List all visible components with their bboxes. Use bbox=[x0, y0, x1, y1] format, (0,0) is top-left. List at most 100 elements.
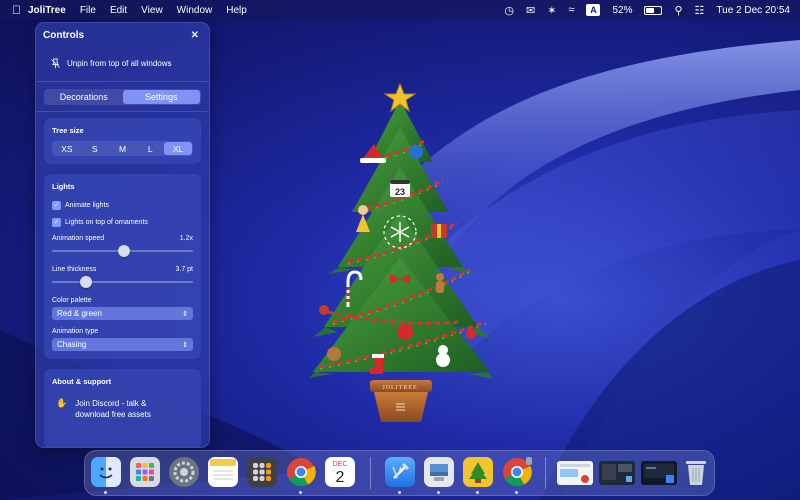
calculator-icon[interactable] bbox=[247, 457, 277, 487]
dock-separator bbox=[545, 457, 546, 489]
lights-on-top-checkbox[interactable]: ✓ bbox=[52, 218, 61, 227]
color-palette-label: Color palette bbox=[52, 297, 92, 304]
input-source-icon[interactable]: A bbox=[586, 4, 601, 16]
running-indicator bbox=[398, 491, 401, 494]
lights-title: Lights bbox=[52, 182, 75, 191]
launchpad-icon[interactable] bbox=[130, 457, 160, 487]
running-indicator bbox=[104, 491, 107, 494]
tree-size-title: Tree size bbox=[52, 126, 84, 135]
animation-speed-value: 1.2x bbox=[179, 235, 193, 242]
pot-label: JOLITREE bbox=[382, 385, 417, 391]
discord-icon: ✋ bbox=[56, 398, 68, 408]
system-settings-icon[interactable] bbox=[169, 457, 199, 487]
animate-lights-label: Animate lights bbox=[65, 202, 109, 209]
tab-settings[interactable]: Settings bbox=[122, 90, 200, 104]
jolitree-icon[interactable] bbox=[463, 457, 493, 487]
animate-lights-checkbox-row[interactable]: ✓ Animate lights bbox=[52, 197, 193, 214]
calendar-month: DEC bbox=[333, 461, 348, 468]
color-palette-select[interactable]: Red & green ⇕ bbox=[52, 307, 193, 320]
size-xl[interactable]: XL bbox=[164, 142, 192, 155]
close-icon[interactable]: ✕ bbox=[191, 30, 199, 41]
menu-bar:  JoliTree File Edit View Window Help ◷ … bbox=[0, 0, 800, 20]
lights-on-top-label: Lights on top of ornaments bbox=[65, 219, 148, 226]
battery-icon[interactable] bbox=[644, 5, 663, 15]
discord-label: Join Discord - talk & download free asse… bbox=[75, 398, 151, 420]
preview-icon[interactable] bbox=[424, 457, 454, 487]
wifi-icon[interactable]: ≈ bbox=[568, 4, 574, 16]
select-chevron-icon: ⇕ bbox=[182, 341, 188, 349]
size-xs[interactable]: XS bbox=[53, 142, 81, 155]
support-title: About & support bbox=[52, 377, 112, 386]
panel-title: Controls bbox=[43, 29, 85, 41]
discord-link[interactable]: ✋ Join Discord - talk & download free as… bbox=[52, 392, 193, 420]
support-card: About & support ✋ Join Discord - talk & … bbox=[44, 369, 201, 447]
animation-speed-label: Animation speed bbox=[52, 235, 105, 242]
line-thickness-row: Line thickness 3.7 pt bbox=[52, 266, 193, 273]
lights-card: Lights ✓ Animate lights ✓ Lights on top … bbox=[44, 174, 201, 359]
notification-icon[interactable]: ✉ bbox=[526, 4, 535, 17]
panel-divider bbox=[36, 81, 209, 82]
animation-type-row: Animation type bbox=[52, 328, 193, 335]
lights-on-top-checkbox-row[interactable]: ✓ Lights on top of ornaments bbox=[52, 214, 193, 231]
color-palette-row: Color palette bbox=[52, 297, 193, 304]
discord-line-1: Join Discord - talk & bbox=[75, 399, 147, 408]
size-m[interactable]: M bbox=[109, 142, 137, 155]
slider-track bbox=[52, 281, 193, 283]
window-thumbnail[interactable] bbox=[641, 461, 677, 485]
unpin-label: Unpin from top of all windows bbox=[67, 58, 172, 68]
finder-icon[interactable] bbox=[91, 457, 121, 487]
chrome-icon[interactable] bbox=[502, 457, 532, 487]
xcode-icon[interactable] bbox=[385, 457, 415, 487]
panel-divider bbox=[36, 111, 209, 112]
calendar-day: 2 bbox=[336, 469, 345, 486]
menu-file[interactable]: File bbox=[80, 5, 96, 16]
controls-panel: Controls ✕ Unpin from top of all windows… bbox=[35, 22, 210, 448]
trash-icon[interactable] bbox=[681, 457, 711, 487]
tree-size-card: Tree size XS S M L XL bbox=[44, 118, 201, 164]
menu-clock[interactable]: Tue 2 Dec 20:54 bbox=[716, 5, 790, 16]
menu-edit[interactable]: Edit bbox=[110, 5, 127, 16]
menu-help[interactable]: Help bbox=[226, 5, 247, 16]
line-thickness-slider-thumb[interactable] bbox=[79, 276, 92, 288]
menu-window[interactable]: Window bbox=[177, 5, 213, 16]
animation-type-select[interactable]: Chasing ⇕ bbox=[52, 338, 193, 351]
running-indicator bbox=[515, 491, 518, 494]
control-center-icon[interactable]: ☷ bbox=[695, 4, 705, 17]
calendar-ornament-day: 23 bbox=[395, 187, 405, 197]
window-thumbnail[interactable] bbox=[599, 461, 635, 485]
size-s[interactable]: S bbox=[81, 142, 109, 155]
menu-app-name[interactable]: JoliTree bbox=[28, 5, 66, 16]
running-indicator bbox=[437, 491, 440, 494]
running-indicator bbox=[299, 491, 302, 494]
animation-type-label: Animation type bbox=[52, 328, 99, 335]
chrome-icon[interactable] bbox=[286, 457, 316, 487]
animate-lights-checkbox[interactable]: ✓ bbox=[52, 201, 61, 210]
tree-graphic: 23 JOLITREE bbox=[308, 82, 493, 422]
spotlight-icon[interactable]: ⚲ bbox=[674, 4, 682, 17]
animation-speed-slider-thumb[interactable] bbox=[117, 245, 130, 257]
unpin-button[interactable]: Unpin from top of all windows bbox=[36, 47, 209, 71]
select-chevron-icon: ⇕ bbox=[182, 310, 188, 318]
menu-view[interactable]: View bbox=[141, 5, 163, 16]
animation-speed-slider[interactable] bbox=[52, 244, 193, 258]
dock-separator bbox=[370, 457, 371, 489]
clock-status-icon[interactable]: ◷ bbox=[504, 4, 514, 17]
discord-line-2: download free assets bbox=[75, 410, 151, 419]
christmas-tree[interactable]: 23 JOLITREE bbox=[308, 82, 493, 424]
tree-size-selector: XS S M L XL bbox=[52, 141, 193, 156]
line-thickness-slider[interactable] bbox=[52, 275, 193, 289]
unpin-icon bbox=[51, 58, 60, 68]
battery-percent: 52% bbox=[612, 4, 633, 16]
notes-icon[interactable] bbox=[208, 457, 238, 487]
panel-header: Controls ✕ bbox=[36, 23, 209, 47]
window-thumbnail[interactable] bbox=[557, 461, 593, 485]
color-palette-value: Red & green bbox=[57, 309, 102, 318]
bluetooth-icon[interactable]: ✶ bbox=[547, 4, 556, 17]
apple-icon[interactable]:  bbox=[12, 3, 21, 17]
calendar-icon[interactable]: DEC 2 bbox=[325, 457, 355, 487]
animation-type-value: Chasing bbox=[57, 340, 87, 349]
tab-decorations[interactable]: Decorations bbox=[45, 90, 123, 104]
running-indicator bbox=[476, 491, 479, 494]
size-l[interactable]: L bbox=[136, 142, 164, 155]
animation-speed-row: Animation speed 1.2x bbox=[52, 235, 193, 242]
